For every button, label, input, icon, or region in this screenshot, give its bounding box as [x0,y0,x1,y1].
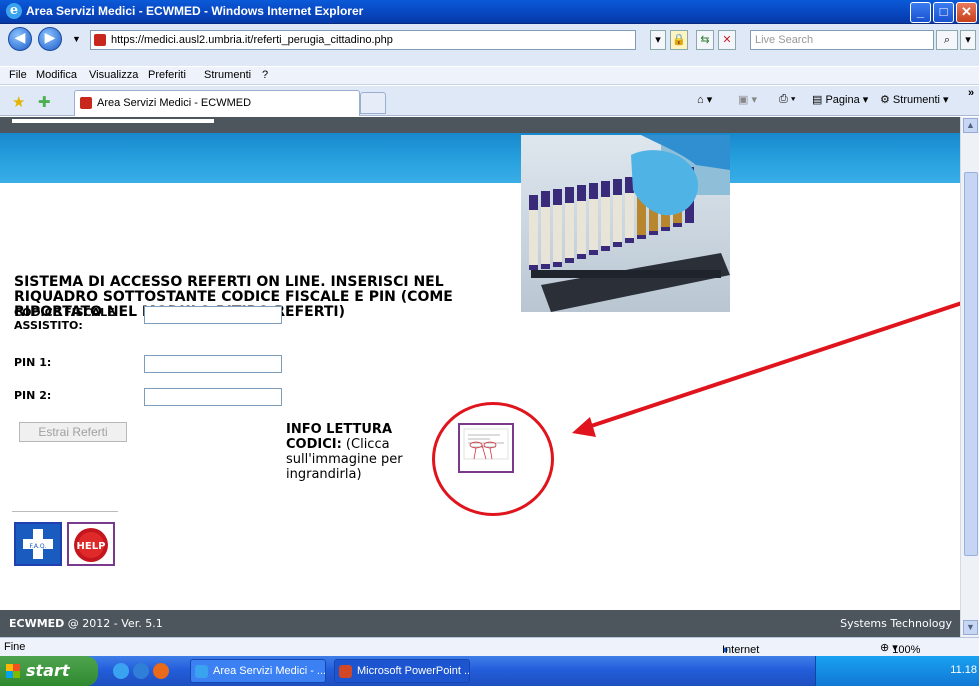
taskbar-item-label: Microsoft PowerPoint ... [357,665,470,677]
scroll-up-arrow[interactable]: ▲ [963,118,978,133]
windows-logo-icon [6,664,20,678]
tools-menu[interactable]: ⚙ Strumenti ▾ [880,93,949,106]
taskbar-powerpoint-window[interactable]: Microsoft PowerPoint ... [334,659,470,683]
lab-tubes-photo [521,135,730,312]
vertical-scrollbar[interactable]: ▲ ▼ [960,117,979,637]
internet-zone-label: Internet [722,644,760,656]
ie-quicklaunch-icon[interactable] [113,663,129,679]
history-dropdown-icon[interactable]: ▼ [72,34,81,44]
page-footer: ECWMED @ 2012 - Ver. 5.1 Systems Technol… [0,610,960,637]
add-favorite-icon[interactable]: ✚ [38,93,51,111]
tab-favicon-icon [80,97,92,109]
menu-visualizza[interactable]: Visualizza [89,69,138,81]
divider [12,511,118,512]
close-button[interactable]: ✕ [956,2,977,23]
codice-fiscale-input[interactable] [144,306,282,324]
ie-window: e Area Servizi Medici - ECWMED - Windows… [0,0,979,686]
faq-button[interactable]: F.A.Q. [14,522,62,566]
help-button[interactable]: HELP [67,522,115,566]
back-button[interactable]: ◀ [8,27,32,51]
annotation-arrow [572,301,960,437]
address-url: https://medici.ausl2.umbria.it/referti_p… [111,34,393,46]
ie-icon [195,665,208,678]
pin2-input[interactable] [144,388,282,406]
codice-fiscale-label: CODICE FISCALE ASSISTITO: [14,306,115,332]
desktop-quicklaunch-icon[interactable] [133,663,149,679]
scroll-down-arrow[interactable]: ▼ [963,620,978,635]
page-top-strip [0,117,960,133]
tab-title: Area Servizi Medici - ECWMED [97,97,252,109]
powerpoint-icon [339,665,352,678]
address-dropdown-icon[interactable]: ▾ [650,30,666,50]
pin1-label: PIN 1: [14,356,52,369]
search-options-icon[interactable]: ▾ [960,30,976,50]
zoom-level-value: 100% [892,644,921,656]
start-label: start [26,661,70,680]
footer-version-text: @ 2012 - Ver. 5.1 [64,617,163,630]
menu-preferiti[interactable]: Preferiti [148,69,186,81]
menu-strumenti[interactable]: Strumenti [204,69,251,81]
footer-brand: ECWMED [9,617,65,630]
faq-text: F.A.Q. [30,543,47,550]
menu-modifica[interactable]: Modifica [36,69,77,81]
menu-file[interactable]: File [9,69,27,81]
estrai-referti-button[interactable]: Estrai Referti [19,422,127,442]
window-title: Area Servizi Medici - ECWMED - Windows I… [26,4,364,18]
status-text: Fine [4,641,26,653]
annotation-circle [432,402,554,516]
maximize-button[interactable]: □ [933,2,954,23]
firefox-quicklaunch-icon[interactable] [153,663,169,679]
site-favicon-icon [94,34,106,46]
taskbar-item-label: Area Servizi Medici - ... [213,665,326,677]
system-tray: 11.18 [815,656,979,686]
search-icon[interactable]: ⌕ [936,30,958,50]
zoom-level[interactable]: ⊕ 100% ▾ [880,641,920,656]
search-input[interactable]: Live Search [750,30,934,50]
print-icon[interactable]: ⎙ ▾ [779,93,795,106]
pin2-label: PIN 2: [14,389,52,402]
start-button[interactable]: start [0,656,98,686]
lock-icon[interactable]: 🔒 [670,30,688,50]
forward-button[interactable]: ▶ [38,27,62,51]
taskbar-ie-window[interactable]: Area Servizi Medici - ... [190,659,326,683]
page-menu-label: Pagina [825,94,860,106]
minimize-button[interactable]: _ [910,2,931,23]
status-bar: Fine ● Internet ⊕ 100% ▾ [0,637,979,656]
web-page: SISTEMA DI ACCESSO REFERTI ON LINE. INSE… [0,117,960,637]
clock: 11.18 [950,664,977,676]
taskbar: start Area Servizi Medici - ... Microsof… [0,656,979,686]
feeds-icon[interactable]: ▣ ▾ [738,93,757,106]
page-banner [0,133,960,183]
refresh-icon[interactable]: ⇆ [696,30,714,50]
page-menu[interactable]: ▤ Pagina ▾ [812,93,868,106]
toolbar-chevron[interactable]: » [968,87,974,99]
tab-area-servizi-medici[interactable]: Area Servizi Medici - ECWMED [74,90,360,116]
menu-help[interactable]: ? [262,69,268,81]
tools-menu-label: Strumenti [892,94,940,106]
home-icon[interactable]: ⌂ ▾ [697,93,712,106]
pin1-input[interactable] [144,355,282,373]
address-bar[interactable]: https://medici.ausl2.umbria.it/referti_p… [90,30,636,50]
footer-company: Systems Technology [840,617,952,630]
help-text: HELP [77,541,106,552]
favorites-star-icon[interactable]: ★ [12,93,25,111]
scroll-thumb[interactable] [964,172,978,556]
footer-version: ECWMED @ 2012 - Ver. 5.1 [9,617,163,630]
new-tab-button[interactable] [360,92,386,114]
menu-bar: File Modifica Visualizza Preferiti Strum… [0,67,979,85]
info-lettura-text: INFO LETTURA CODICI: (Clicca sull'immagi… [286,422,436,482]
title-bar: e Area Servizi Medici - ECWMED - Windows… [0,0,979,24]
stop-icon[interactable]: ✕ [718,30,736,50]
ie-logo-icon: e [6,3,22,19]
